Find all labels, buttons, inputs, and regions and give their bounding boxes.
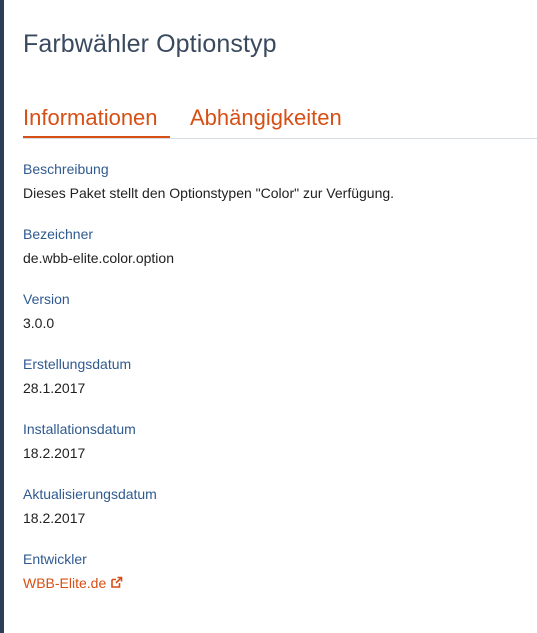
author-label: Entwickler xyxy=(23,551,87,567)
field-updated: Aktualisierungsdatum 18.2.2017 xyxy=(23,485,537,527)
left-sidebar-edge xyxy=(0,0,4,633)
field-identifier: Bezeichner de.wbb-elite.color.option xyxy=(23,225,537,267)
author-value: WBB-Elite.de xyxy=(23,574,537,593)
author-link[interactable]: WBB-Elite.de xyxy=(23,575,123,591)
created-label: Erstellungsdatum xyxy=(23,356,132,372)
identifier-label: Bezeichner xyxy=(23,226,94,242)
field-installed: Installationsdatum 18.2.2017 xyxy=(23,420,537,462)
description-value: Dieses Paket stellt den Optionstypen "Co… xyxy=(23,185,395,201)
installed-label: Installationsdatum xyxy=(23,421,136,437)
field-version: Version 3.0.0 xyxy=(23,290,537,332)
updated-label: Aktualisierungsdatum xyxy=(23,486,157,502)
tab-bar: Informationen Abhängigkeiten xyxy=(23,104,537,139)
tab-abhaengigkeiten[interactable]: Abhängigkeiten xyxy=(190,104,342,132)
page-title: Farbwähler Optionstyp xyxy=(23,30,277,58)
author-link-text: WBB-Elite.de xyxy=(23,575,107,591)
external-link-icon xyxy=(110,575,123,593)
tab-informationen[interactable]: Informationen xyxy=(23,104,170,138)
field-created: Erstellungsdatum 28.1.2017 xyxy=(23,355,537,397)
identifier-value: de.wbb-elite.color.option xyxy=(23,250,174,266)
version-value: 3.0.0 xyxy=(23,315,55,331)
created-value: 28.1.2017 xyxy=(23,380,86,396)
field-description: Beschreibung Dieses Paket stellt den Opt… xyxy=(23,160,537,202)
installed-value: 18.2.2017 xyxy=(23,445,86,461)
description-label: Beschreibung xyxy=(23,161,109,177)
updated-value: 18.2.2017 xyxy=(23,510,86,526)
version-label: Version xyxy=(23,291,70,307)
field-author: Entwickler WBB-Elite.de xyxy=(23,550,537,593)
